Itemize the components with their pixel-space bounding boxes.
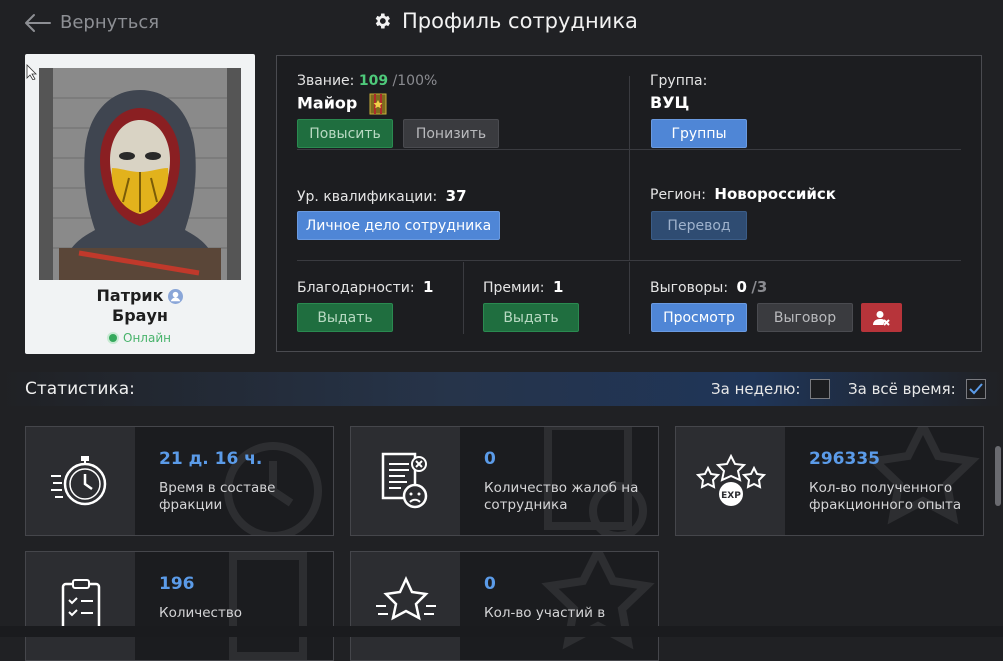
- week-filter-label: За неделю:: [711, 380, 801, 398]
- bonuses-label: Премии:: [483, 280, 545, 296]
- user-remove-icon: [872, 310, 890, 326]
- online-status-label: Онлайн: [123, 331, 171, 345]
- stat-value: 21 д. 16 ч.: [159, 449, 263, 469]
- stat-description: Кол-во полученного фракционного опыта: [809, 480, 962, 513]
- stat-value: 296335: [809, 449, 880, 469]
- stat-card-icon-box: [351, 552, 460, 660]
- bottom-edge: [0, 626, 1003, 637]
- stat-card-icon-box: EXP: [676, 427, 785, 535]
- exp-stars-icon: EXP: [695, 454, 766, 506]
- profile-photo: [39, 68, 241, 280]
- profile-card: Патрик Браун Онлайн: [25, 54, 255, 354]
- groups-button[interactable]: Группы: [651, 119, 747, 148]
- checkmark-icon: [968, 383, 983, 395]
- qualification-value: 37: [445, 187, 467, 205]
- stat-card-participation: 0 Кол-во участий в: [350, 551, 659, 661]
- back-label: Вернуться: [60, 12, 160, 33]
- all-time-filter-label: За всё время:: [848, 380, 956, 398]
- page-title: Профиль сотрудника: [372, 9, 638, 33]
- reprimands-max: /3: [751, 278, 768, 296]
- rank-insignia-icon: [369, 93, 387, 115]
- user-circle-icon: [168, 288, 184, 304]
- promote-button[interactable]: Повысить: [297, 119, 393, 148]
- last-name: Браун: [112, 306, 168, 325]
- qualification-row: Ур. квалификации: 37: [297, 187, 467, 205]
- arrow-left-icon: [25, 13, 51, 32]
- qualification-label: Ур. квалификации:: [297, 189, 438, 205]
- star-icon: [375, 576, 436, 621]
- stat-description: Кол-во участий в: [484, 605, 606, 621]
- stat-description: Количество жалоб на сотрудника: [484, 480, 639, 513]
- back-button[interactable]: Вернуться: [24, 12, 159, 33]
- week-checkbox[interactable]: [810, 379, 831, 399]
- stat-description: Время в составе фракции: [159, 480, 276, 513]
- region-value: Новороссийск: [714, 185, 836, 203]
- first-name: Патрик: [96, 286, 164, 305]
- thanks-value: 1: [423, 278, 434, 296]
- reprimands-row: Выговоры: 0 /3: [650, 278, 767, 296]
- stat-card-icon-box: [26, 552, 135, 660]
- region-label: Регион:: [650, 187, 706, 203]
- rank-progress-max: /100%: [392, 73, 438, 89]
- info-panel: Звание: 109 /100% Майор Повысить Понизит…: [276, 55, 982, 352]
- stat-card-complaints: 0 Количество жалоб на сотрудника: [350, 426, 659, 536]
- week-filter: За неделю:: [711, 379, 831, 399]
- personal-file-button[interactable]: Личное дело сотрудника: [297, 211, 500, 240]
- demote-button[interactable]: Понизить: [403, 119, 499, 148]
- reprimands-label: Выговоры:: [650, 280, 729, 296]
- page-title-text: Профиль сотрудника: [402, 9, 638, 33]
- reprimands-value: 0: [736, 278, 747, 296]
- rank-row: Звание: 109 /100%: [297, 73, 437, 89]
- rank-progress: 109: [358, 73, 389, 89]
- stat-card-count: 196 Количество: [25, 551, 334, 661]
- bonuses-row: Премии: 1: [483, 278, 563, 296]
- thanks-row: Благодарности: 1: [297, 278, 433, 296]
- rank-name-row: Майор: [297, 93, 387, 115]
- give-thanks-button[interactable]: Выдать: [297, 303, 393, 332]
- stat-value: 196: [159, 574, 195, 594]
- online-status: Онлайн: [25, 331, 255, 345]
- stat-value: 0: [484, 449, 496, 469]
- bonuses-value: 1: [552, 278, 564, 296]
- rank-label: Звание:: [297, 73, 355, 89]
- stat-card-icon-box: [351, 427, 460, 535]
- mouse-cursor-icon: [26, 64, 37, 80]
- transfer-button[interactable]: Перевод: [651, 211, 747, 240]
- remove-employee-button[interactable]: [861, 303, 902, 332]
- rank-name: Майор: [297, 93, 358, 113]
- give-bonus-button[interactable]: Выдать: [483, 303, 579, 332]
- view-reprimands-button[interactable]: Просмотр: [651, 303, 747, 332]
- group-value: ВУЦ: [650, 93, 690, 112]
- online-dot-icon: [109, 334, 118, 342]
- group-label: Группа:: [650, 73, 708, 89]
- stat-card-icon-box: [26, 427, 135, 535]
- stopwatch-icon: [50, 456, 106, 506]
- stat-description: Количество: [159, 605, 243, 621]
- give-reprimand-button[interactable]: Выговор: [757, 303, 853, 332]
- complaint-icon: [381, 452, 427, 509]
- all-time-checkbox[interactable]: [965, 379, 986, 399]
- gear-icon: [375, 13, 390, 29]
- stat-card-time: 21 д. 16 ч. Время в составе фракции: [25, 426, 334, 536]
- employee-name: Патрик Браун: [25, 286, 255, 326]
- thanks-label: Благодарности:: [297, 280, 415, 296]
- svg-text:EXP: EXP: [721, 491, 741, 501]
- stat-value: 0: [484, 574, 496, 594]
- region-row: Регион: Новороссийск: [650, 185, 836, 203]
- all-time-filter: За всё время:: [848, 379, 986, 399]
- stat-card-experience: EXP 296335 Кол-во полученного фракционно…: [675, 426, 984, 536]
- scrollbar-thumb[interactable]: [995, 446, 1001, 506]
- statistics-title: Статистика:: [25, 379, 135, 399]
